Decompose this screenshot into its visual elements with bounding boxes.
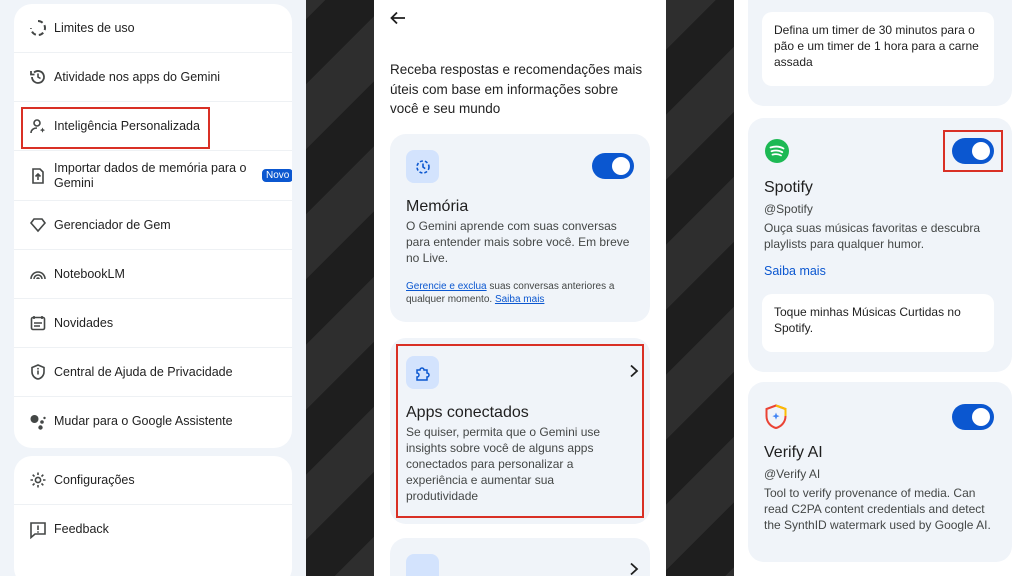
menu-item-label: Feedback bbox=[54, 522, 109, 536]
menu-item-usage-limits[interactable]: Limites de uso bbox=[14, 4, 292, 53]
spotify-description: Ouça suas músicas favoritas e descubra p… bbox=[764, 221, 981, 251]
menu-item-label: Configurações bbox=[54, 472, 135, 487]
menu-item-gem-manager[interactable]: Gerenciador de Gem bbox=[14, 201, 292, 250]
chevron-right-icon bbox=[628, 562, 640, 576]
memory-note: Gerencie e exclua suas conversas anterio… bbox=[406, 280, 638, 306]
gemini-menu-panel: Limites de uso Atividade nos apps do Gem… bbox=[0, 0, 306, 576]
connected-apps-panel: Defina um timer de 30 minutos para o pão… bbox=[734, 0, 1024, 576]
verify-ai-name: Verify AI bbox=[764, 444, 823, 461]
spotify-logo-icon bbox=[764, 138, 790, 169]
news-icon bbox=[28, 313, 48, 333]
back-arrow-icon[interactable] bbox=[388, 8, 408, 28]
feedback-icon bbox=[28, 520, 48, 540]
verify-ai-description: Tool to verify provenance of media. Can … bbox=[764, 486, 991, 532]
intro-text: Receba respostas e recomendações mais út… bbox=[390, 62, 643, 116]
menu-item-label: NotebookLM bbox=[54, 266, 125, 281]
next-card bbox=[390, 538, 650, 576]
menu-item-import-memory[interactable]: Importar dados de memória para o Gemini … bbox=[14, 151, 292, 201]
menu-item-settings[interactable]: Configurações bbox=[14, 456, 292, 505]
manage-delete-link[interactable]: Gerencie e exclua bbox=[406, 281, 487, 292]
example-prompt: Defina um timer de 30 minutos para o pão… bbox=[762, 12, 994, 86]
menu-item-label: Novidades bbox=[54, 315, 114, 330]
usage-limits-icon bbox=[28, 18, 48, 38]
memory-body: O Gemini aprende com suas conversas para… bbox=[406, 219, 630, 265]
menu-item-label: Gerenciador de Gem bbox=[54, 217, 171, 232]
highlight-box-spotify-toggle bbox=[943, 130, 1003, 172]
verify-ai-card: Verify AI @Verify AI Tool to verify prov… bbox=[748, 382, 1012, 562]
spotify-handle: @Spotify bbox=[764, 202, 813, 216]
memory-card: Memória O Gemini aprende com suas conver… bbox=[390, 134, 650, 322]
menu-item-news[interactable]: Novidades bbox=[14, 299, 292, 348]
menu-group-settings: Configurações Feedback bbox=[14, 456, 292, 576]
spotify-name: Spotify bbox=[764, 179, 813, 196]
verify-ai-toggle[interactable] bbox=[952, 404, 994, 430]
timer-example-card: Defina um timer de 30 minutos para o pão… bbox=[748, 0, 1012, 106]
personalization-panel: Receba respostas e recomendações mais út… bbox=[374, 0, 666, 576]
highlight-box-connected-apps bbox=[396, 344, 644, 518]
memory-title: Memória bbox=[406, 198, 469, 215]
menu-group-main: Limites de uso Atividade nos apps do Gem… bbox=[14, 4, 292, 448]
gear-icon bbox=[28, 470, 48, 490]
spotify-example-prompt: Toque minhas Músicas Curtidas no Spotify… bbox=[762, 294, 994, 352]
menu-item-label: Mudar para o Google Assistente bbox=[54, 414, 233, 428]
verify-ai-shield-icon bbox=[764, 404, 788, 435]
notebooklm-icon bbox=[28, 264, 48, 284]
spotify-learn-more-link[interactable]: Saiba mais bbox=[764, 264, 826, 278]
menu-item-label: Atividade nos apps do Gemini bbox=[54, 69, 221, 84]
highlight-box-personalized-intelligence bbox=[21, 107, 210, 149]
menu-item-feedback[interactable]: Feedback bbox=[14, 505, 292, 554]
menu-item-notebooklm[interactable]: NotebookLM bbox=[14, 250, 292, 299]
menu-item-activity[interactable]: Atividade nos apps do Gemini bbox=[14, 53, 292, 102]
history-icon bbox=[28, 67, 48, 87]
memory-toggle[interactable] bbox=[592, 153, 634, 179]
gem-icon bbox=[28, 215, 48, 235]
import-icon bbox=[28, 166, 48, 186]
assistant-icon bbox=[28, 412, 48, 432]
new-badge: Novo bbox=[262, 169, 292, 182]
menu-item-google-assistant[interactable]: Mudar para o Google Assistente bbox=[14, 397, 292, 446]
menu-item-privacy-help[interactable]: Central de Ajuda de Privacidade bbox=[14, 348, 292, 397]
privacy-shield-icon bbox=[28, 362, 48, 382]
clipboard-icon bbox=[406, 554, 439, 576]
menu-item-label: Limites de uso bbox=[54, 20, 135, 35]
menu-item-label: Central de Ajuda de Privacidade bbox=[54, 364, 233, 379]
verify-ai-handle: @Verify AI bbox=[764, 467, 821, 481]
menu-item-label: Importar dados de memória para o Gemini bbox=[54, 160, 247, 190]
memory-icon bbox=[406, 150, 439, 183]
learn-more-link[interactable]: Saiba mais bbox=[495, 294, 544, 305]
